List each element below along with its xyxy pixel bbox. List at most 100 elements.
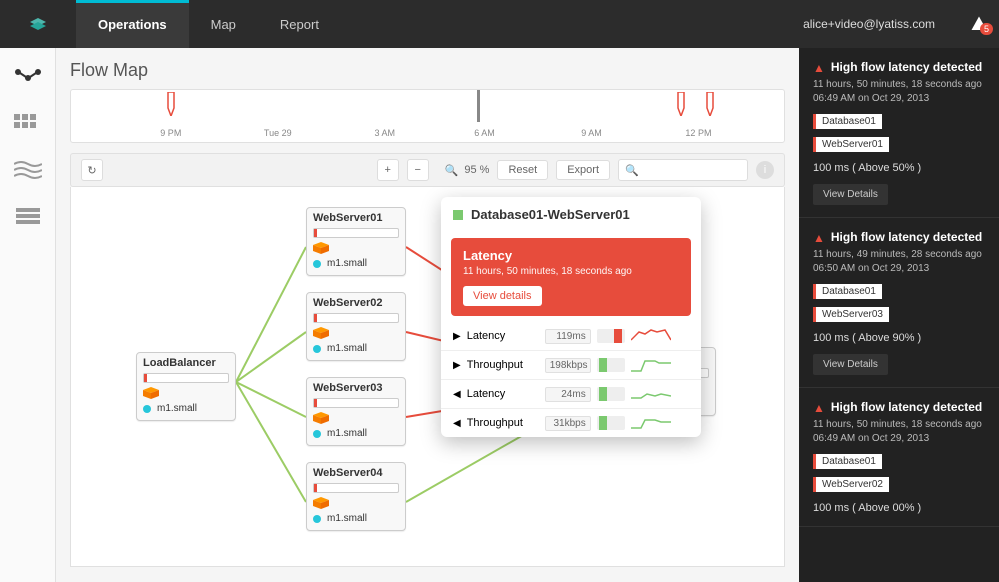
node-label: LoadBalancer <box>143 357 229 369</box>
direction-right-icon: ▶ <box>453 360 461 371</box>
node-webserver03[interactable]: WebServer03 m1.small <box>306 377 406 446</box>
node-label: WebServer02 <box>313 297 399 309</box>
alert-metric: 100 ms ( Above 90% ) <box>813 332 985 344</box>
sparkline-icon <box>631 328 671 344</box>
alert-age: 11 hours, 50 minutes, 18 seconds ago <box>813 418 985 432</box>
nav-tab-report[interactable]: Report <box>258 0 341 48</box>
popover-alert-age: 11 hours, 50 minutes, 18 seconds ago <box>463 265 679 278</box>
alert-timestamp: 06:50 AM on Oct 29, 2013 <box>813 262 985 276</box>
alerts-panel: ▲ High flow latency detected 11 hours, 50… <box>799 48 999 582</box>
rail-waves-icon[interactable] <box>14 160 42 180</box>
top-nav: Operations Map Report alice+video@lyatis… <box>0 0 999 48</box>
view-details-button[interactable]: View details <box>463 286 542 306</box>
search-icon: 🔍 <box>625 164 639 177</box>
alert-title-text: High flow latency detected <box>831 230 982 244</box>
instance-icon <box>313 430 321 438</box>
timeline-label: Tue 29 <box>264 128 292 138</box>
sparkline-icon <box>631 415 671 431</box>
aws-icon <box>313 242 329 254</box>
timeline-label: 12 PM <box>685 128 711 138</box>
node-webserver01[interactable]: WebServer01 m1.small <box>306 207 406 276</box>
metric-value: 24ms <box>545 387 591 402</box>
flow-canvas[interactable]: LoadBalancer m1.small WebServer01 m1.sma… <box>70 187 785 567</box>
node-webserver04[interactable]: WebServer04 m1.small <box>306 462 406 531</box>
metric-value: 119ms <box>545 329 591 344</box>
node-label: WebServer04 <box>313 467 399 479</box>
timeline-cursor[interactable] <box>477 90 480 122</box>
info-icon[interactable]: i <box>756 161 774 179</box>
alert-age: 11 hours, 50 minutes, 18 seconds ago <box>813 78 985 92</box>
popover-alert-label: Latency <box>463 248 679 263</box>
aws-icon <box>313 327 329 339</box>
metric-label: Throughput <box>467 417 539 429</box>
alert-entity-chip: Database01 <box>813 114 882 129</box>
page-title: Flow Map <box>70 60 785 81</box>
aws-icon <box>313 412 329 424</box>
direction-left-icon: ◀ <box>453 389 461 400</box>
instance-type: m1.small <box>157 403 197 414</box>
warning-icon: ▲ <box>813 231 825 245</box>
metric-value: 198kbps <box>545 358 591 373</box>
instance-icon <box>313 260 321 268</box>
warning-icon: ▲ <box>813 401 825 415</box>
canvas-search-input[interactable]: 🔍 <box>618 159 748 181</box>
node-label: WebServer01 <box>313 212 399 224</box>
sparkline-icon <box>631 386 671 402</box>
export-button[interactable]: Export <box>556 160 610 180</box>
user-email[interactable]: alice+video@lyatiss.com <box>803 17 959 31</box>
alert-card[interactable]: ▲ High flow latency detected 11 hours, 49… <box>799 218 999 388</box>
metric-label: Throughput <box>467 359 539 371</box>
magnify-icon: 🔍 <box>445 164 459 177</box>
alert-count-badge: 5 <box>980 23 993 35</box>
aws-icon <box>313 497 329 509</box>
direction-left-icon: ◀ <box>453 418 461 429</box>
reset-button[interactable]: Reset <box>497 160 548 180</box>
brand-logo <box>0 12 76 36</box>
node-webserver02[interactable]: WebServer02 m1.small <box>306 292 406 361</box>
metric-gauge <box>597 387 625 401</box>
timeline-label: 3 AM <box>374 128 395 138</box>
alert-card[interactable]: ▲ High flow latency detected 11 hours, 50… <box>799 48 999 218</box>
timeline-label: 6 AM <box>474 128 495 138</box>
node-label: WebServer03 <box>313 382 399 394</box>
metric-gauge <box>597 416 625 430</box>
zoom-out-button[interactable]: − <box>407 159 429 181</box>
alert-entity-chip: WebServer01 <box>813 137 889 152</box>
direction-right-icon: ▶ <box>453 331 461 342</box>
alert-card[interactable]: ▲ High flow latency detected 11 hours, 50… <box>799 388 999 527</box>
alert-entity-chip: Database01 <box>813 454 882 469</box>
nav-tab-map[interactable]: Map <box>189 0 258 48</box>
metric-gauge <box>597 329 625 343</box>
view-details-button[interactable]: View Details <box>813 184 888 205</box>
refresh-button[interactable]: ↻ <box>81 159 103 181</box>
popover-alert: Latency 11 hours, 50 minutes, 18 seconds… <box>451 238 691 316</box>
alert-age: 11 hours, 49 minutes, 28 seconds ago <box>813 248 985 262</box>
global-alerts-icon[interactable]: 5 <box>959 15 999 33</box>
rail-stack-icon[interactable] <box>14 206 42 226</box>
metric-gauge <box>597 358 625 372</box>
instance-type: m1.small <box>327 343 367 354</box>
alert-entity-chip: WebServer02 <box>813 477 889 492</box>
status-square-icon <box>453 210 463 220</box>
nav-tab-operations[interactable]: Operations <box>76 0 189 48</box>
alert-title-text: High flow latency detected <box>831 400 982 414</box>
instance-type: m1.small <box>327 258 367 269</box>
link-details-popover: Database01-WebServer01 Latency 11 hours,… <box>441 197 701 437</box>
rail-flowmap-icon[interactable] <box>14 68 42 88</box>
rail-grid-icon[interactable] <box>14 114 42 134</box>
left-icon-rail <box>0 48 56 582</box>
view-details-button[interactable]: View Details <box>813 354 888 375</box>
alert-metric: 100 ms ( Above 00% ) <box>813 502 985 514</box>
alert-timestamp: 06:49 AM on Oct 29, 2013 <box>813 432 985 446</box>
instance-type: m1.small <box>327 428 367 439</box>
alert-timestamp: 06:49 AM on Oct 29, 2013 <box>813 92 985 106</box>
warning-icon: ▲ <box>813 61 825 75</box>
zoom-in-button[interactable]: + <box>377 159 399 181</box>
node-loadbalancer[interactable]: LoadBalancer m1.small <box>136 352 236 421</box>
timeline[interactable]: 9 PM Tue 29 3 AM 6 AM 9 AM 12 PM <box>70 89 785 143</box>
alert-title-text: High flow latency detected <box>831 60 982 74</box>
alert-entity-chip: WebServer03 <box>813 307 889 322</box>
alert-entity-chip: Database01 <box>813 284 882 299</box>
alert-metric: 100 ms ( Above 50% ) <box>813 162 985 174</box>
metric-value: 31kbps <box>545 416 591 431</box>
